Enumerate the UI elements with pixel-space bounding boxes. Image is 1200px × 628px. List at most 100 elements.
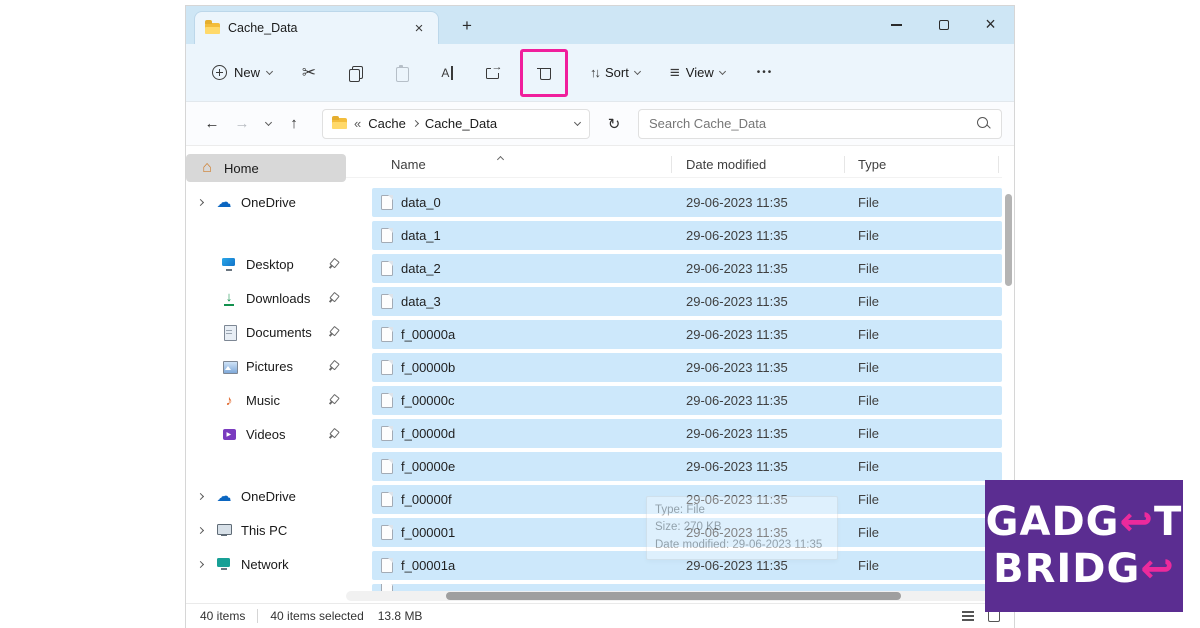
file-row[interactable]: f_00000a 29-06-2023 11:35 File [372, 320, 1002, 349]
copy-icon [347, 65, 363, 81]
minimize-button[interactable] [873, 6, 920, 44]
back-button[interactable]: ← [198, 110, 226, 138]
sidebar-item-pictures[interactable]: Pictures [186, 352, 346, 380]
up-button[interactable]: ↑ [280, 110, 308, 138]
horizontal-scrollbar-thumb[interactable] [446, 592, 901, 600]
refresh-button[interactable]: ↻ [600, 110, 628, 138]
view-button[interactable]: View [662, 57, 733, 89]
sidebar-item-label: Pictures [246, 359, 293, 374]
minimize-icon [891, 24, 902, 25]
details-view-icon[interactable] [962, 611, 974, 621]
expand-chevron-icon[interactable] [198, 562, 215, 567]
address-bar: ← → ↑ « Cache Cache_Data ↻ [186, 102, 1014, 146]
sidebar-item-label: Music [246, 393, 280, 408]
sidebar-item-videos[interactable]: Videos [186, 420, 346, 448]
trash-icon [536, 65, 552, 81]
tab-close-icon[interactable] [410, 19, 428, 37]
file-icon [381, 261, 393, 276]
file-row[interactable]: f_00000d 29-06-2023 11:35 File [372, 419, 1002, 448]
file-name: data_1 [401, 228, 441, 243]
file-name: f_00000b [401, 360, 455, 375]
file-row[interactable]: data_2 29-06-2023 11:35 File [372, 254, 1002, 283]
file-date-modified: 29-06-2023 11:35 [686, 393, 858, 408]
delete-button[interactable] [525, 54, 563, 92]
file-type: File [858, 525, 1002, 540]
file-type: File [858, 228, 1002, 243]
maximize-icon [939, 20, 949, 30]
sidebar: Home OneDrive Desktop Downloads Document… [186, 148, 346, 603]
tab-cache-data[interactable]: Cache_Data [194, 11, 439, 44]
sidebar-item-downloads[interactable]: Downloads [186, 284, 346, 312]
plus-circle-icon [212, 65, 227, 80]
column-separator[interactable] [998, 156, 999, 173]
file-type: File [858, 360, 1002, 375]
more-options-button[interactable]: ••• [749, 61, 782, 84]
share-icon [485, 65, 502, 80]
file-row[interactable]: data_0 29-06-2023 11:35 File [372, 188, 1002, 217]
rename-button[interactable] [428, 54, 466, 92]
close-button[interactable] [967, 6, 1014, 44]
share-button[interactable] [474, 54, 512, 92]
file-name: f_00001a [401, 558, 455, 573]
file-icon [381, 393, 393, 408]
pin-icon [324, 426, 340, 442]
music-icon [220, 392, 238, 408]
file-name: data_2 [401, 261, 441, 276]
expand-chevron-icon[interactable] [198, 494, 215, 499]
breadcrumb-cache[interactable]: Cache [368, 116, 406, 131]
forward-button[interactable]: → [228, 110, 256, 138]
file-type: File [858, 327, 1002, 342]
logo-text: T [1154, 499, 1182, 546]
sidebar-item-onedrive[interactable]: OneDrive [186, 188, 346, 216]
recent-locations-button[interactable] [258, 110, 278, 138]
file-row[interactable]: f_00000e 29-06-2023 11:35 File [372, 452, 1002, 481]
new-tab-button[interactable] [455, 13, 479, 37]
breadcrumb-cache-data[interactable]: Cache_Data [425, 116, 497, 131]
expand-chevron-icon[interactable] [198, 528, 215, 533]
address-dropdown-icon[interactable] [574, 118, 581, 125]
file-row[interactable]: f_00000c 29-06-2023 11:35 File [372, 386, 1002, 415]
delete-highlight-annotation [520, 49, 568, 97]
sidebar-item-music[interactable]: Music [186, 386, 346, 414]
copy-button[interactable] [336, 54, 374, 92]
selection-tooltip: Type: File Size: 270 KB Date modified: 2… [646, 496, 838, 560]
search-input[interactable] [649, 116, 976, 131]
maximize-button[interactable] [920, 6, 967, 44]
sidebar-item-onedrive[interactable]: OneDrive [186, 482, 346, 510]
column-header-date[interactable]: Date modified [686, 157, 766, 172]
sidebar-item-this-pc[interactable]: This PC [186, 516, 346, 544]
selection-size: 13.8 MB [378, 609, 423, 623]
column-separator[interactable] [844, 156, 845, 173]
file-row[interactable]: data_3 29-06-2023 11:35 File [372, 287, 1002, 316]
file-row[interactable]: data_1 29-06-2023 11:35 File [372, 221, 1002, 250]
column-header-name[interactable]: Name [391, 157, 426, 172]
page: Cache_Data New [0, 0, 1200, 628]
sidebar-item-label: Desktop [246, 257, 294, 272]
column-header-type[interactable]: Type [858, 157, 886, 172]
horizontal-scrollbar[interactable] [346, 591, 1000, 601]
tooltip-line: Type: File [655, 502, 829, 519]
sidebar-item-label: Network [241, 557, 289, 572]
pc-icon [215, 522, 233, 538]
new-button[interactable]: New [202, 59, 282, 86]
vertical-scrollbar-thumb[interactable] [1005, 194, 1012, 286]
file-type: File [858, 261, 1002, 276]
sidebar-item-documents[interactable]: Documents [186, 318, 346, 346]
sort-button[interactable]: Sort [582, 58, 648, 88]
file-date-modified: 29-06-2023 11:35 [686, 459, 858, 474]
sidebar-item-home[interactable]: Home [186, 154, 346, 182]
window-controls [873, 6, 1014, 44]
sidebar-item-network[interactable]: Network [186, 550, 346, 578]
file-date-modified: 29-06-2023 11:35 [686, 294, 858, 309]
breadcrumb-collapse[interactable]: « [354, 116, 361, 131]
cut-button[interactable] [290, 54, 328, 92]
pictures-icon [220, 358, 238, 374]
column-separator[interactable] [671, 156, 672, 173]
paste-button[interactable] [382, 54, 420, 92]
sidebar-item-desktop[interactable]: Desktop [186, 250, 346, 278]
breadcrumb[interactable]: « Cache Cache_Data [322, 109, 590, 139]
file-row[interactable]: f_00000b 29-06-2023 11:35 File [372, 353, 1002, 382]
expand-chevron-icon[interactable] [198, 200, 215, 205]
file-icon [381, 459, 393, 474]
selection-count: 40 items selected [270, 609, 363, 623]
